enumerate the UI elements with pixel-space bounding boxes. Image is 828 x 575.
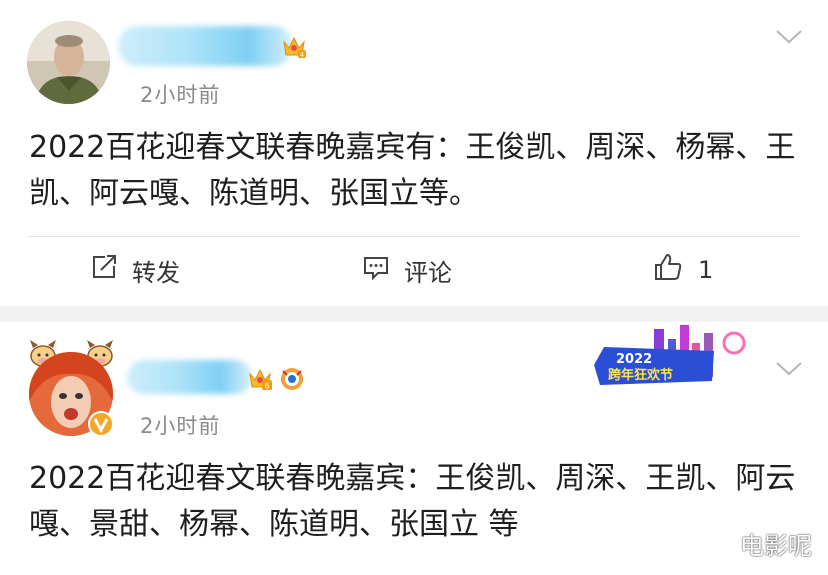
comment-button[interactable]: 评论 [362,252,452,288]
vip-crown-badge: 4 [281,33,307,63]
watermark-text: 电影呢 [740,532,812,560]
like-button[interactable]: 1 [652,252,713,288]
repost-button[interactable]: 转发 [90,252,180,288]
new-year-festival-banner[interactable]: 2022 跨年狂欢节 [594,325,759,390]
post-separator [0,306,828,322]
username-blurred[interactable] [127,360,252,394]
svg-text:跨年狂欢节: 跨年狂欢节 [608,367,673,383]
comment-label: 评论 [404,258,452,287]
svg-text:6: 6 [264,382,269,391]
repost-label: 转发 [132,258,180,287]
post-text: 2022百花迎春文联春晚嘉宾：王俊凯、周深、王凯、阿云嘎、景甜、杨幂、陈道明、张… [29,461,796,542]
repost-icon [90,253,132,287]
svg-text:4: 4 [300,51,305,59]
user-avatar[interactable] [27,21,110,104]
verified-v-badge [87,410,115,442]
username-blurred[interactable] [118,26,293,66]
tv-mascot-badge [278,366,306,396]
feed-post-1: 4 2小时前 2022百花迎春文联春晚嘉宾有：王俊凯、周深、杨幂、王凯、阿云嘎、… [0,0,828,306]
post-timestamp: 2小时前 [140,414,221,438]
chevron-down-icon[interactable] [775,28,803,50]
like-count: 1 [698,256,714,284]
vip-crown-badge: 6 [247,364,273,396]
post-timestamp: 2小时前 [140,83,221,107]
chevron-down-icon[interactable] [775,360,803,382]
comment-icon [362,253,404,287]
action-divider [27,236,800,237]
post-text: 2022百花迎春文联春晚嘉宾有：王俊凯、周深、杨幂、王凯、阿云嘎、陈道明、张国立… [29,130,796,211]
thumbs-up-icon [652,251,698,289]
svg-text:2022: 2022 [616,352,652,367]
